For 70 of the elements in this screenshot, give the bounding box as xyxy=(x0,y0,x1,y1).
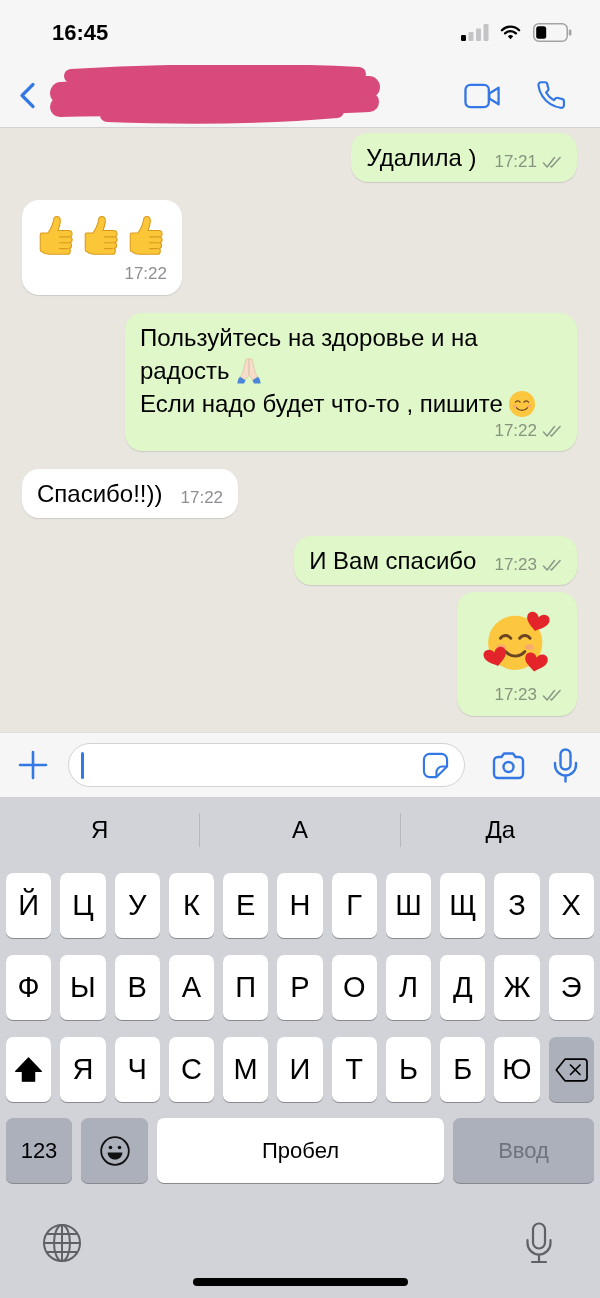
keyboard-key[interactable]: Ь xyxy=(385,1037,432,1102)
keyboard-key[interactable]: Н xyxy=(277,873,323,938)
smiley-icon xyxy=(99,1135,130,1166)
keyboard-key[interactable]: И xyxy=(277,1037,323,1102)
signal-icon xyxy=(461,23,489,41)
keyboard-key[interactable]: Ы xyxy=(60,955,106,1020)
message-text: Удалила ) xyxy=(366,144,477,171)
keyboard-key[interactable]: Б xyxy=(440,1037,486,1102)
keyboard-key[interactable]: М xyxy=(223,1037,269,1102)
sticker-icon[interactable] xyxy=(422,751,449,779)
keyboard-key[interactable]: Ж xyxy=(494,955,540,1020)
keyboard-key[interactable]: Ц xyxy=(60,873,106,938)
keyboard-key[interactable]: У xyxy=(114,873,160,938)
message-text: И Вам спасибо xyxy=(309,547,477,574)
keyboard-key[interactable]: Е xyxy=(223,873,269,938)
video-call-icon[interactable] xyxy=(464,82,501,109)
keyboard-key[interactable]: Ч xyxy=(114,1037,160,1102)
keyboard-key[interactable]: Р xyxy=(277,955,323,1020)
globe-icon[interactable] xyxy=(42,1223,82,1263)
space-key[interactable]: Пробел xyxy=(157,1118,444,1183)
microphone-icon[interactable] xyxy=(553,747,578,783)
folded-hands-icon xyxy=(235,358,262,384)
message-time: 17:23 xyxy=(494,554,537,576)
back-icon[interactable] xyxy=(18,82,36,109)
keyboard-key[interactable]: Ш xyxy=(385,873,432,938)
keyboard-key[interactable]: З xyxy=(494,873,540,938)
camera-icon[interactable] xyxy=(492,750,525,780)
keyboard-key[interactable]: О xyxy=(331,955,377,1020)
keyboard-key[interactable]: К xyxy=(168,873,215,938)
smiling-face-icon xyxy=(508,391,535,417)
keyboard-key[interactable]: Я xyxy=(60,1037,106,1102)
message-time: 17:21 xyxy=(494,151,537,173)
plus-icon[interactable] xyxy=(18,750,48,780)
message-text: Спасибо!!)) xyxy=(37,480,163,507)
keyboard-key[interactable]: Э xyxy=(548,955,594,1020)
shift-arrow-icon xyxy=(15,1057,43,1082)
keyboard-key[interactable]: Х xyxy=(548,873,594,938)
keyboard-key[interactable]: Й xyxy=(6,873,52,938)
keyboard-key[interactable]: С xyxy=(168,1037,215,1102)
message-time: 17:22 xyxy=(180,487,224,509)
keyboard-key[interactable]: Г xyxy=(331,873,377,938)
message-time: 17:23 xyxy=(494,684,537,706)
backspace-icon xyxy=(554,1057,588,1082)
keyboard-key[interactable]: В xyxy=(114,955,160,1020)
keyboard-key[interactable]: Д xyxy=(440,955,486,1020)
keyboard-key[interactable]: П xyxy=(223,955,269,1020)
numbers-key[interactable]: 123 xyxy=(6,1118,72,1183)
keyboard-key[interactable]: Л xyxy=(385,955,432,1020)
keyboard-key[interactable]: Ф xyxy=(6,955,52,1020)
message-text: Пользуйтесь на здоровье и на xyxy=(140,324,478,351)
emoji-key[interactable] xyxy=(81,1118,148,1183)
keyboard-key[interactable]: Т xyxy=(331,1037,377,1102)
backspace-key[interactable] xyxy=(548,1037,594,1102)
keyboard-key[interactable]: Щ xyxy=(440,873,486,938)
wifi-icon xyxy=(500,24,521,40)
keyboard-key[interactable]: А xyxy=(168,955,215,1020)
message-text: радость xyxy=(140,357,230,384)
battery-icon xyxy=(533,22,572,42)
message-time: 17:22 xyxy=(124,263,167,285)
suggestion[interactable]: Я xyxy=(0,797,200,862)
suggestion[interactable]: А xyxy=(200,797,400,862)
shift-key[interactable] xyxy=(6,1037,52,1102)
message-input-field[interactable] xyxy=(68,743,465,787)
suggestion[interactable]: Да xyxy=(400,797,600,862)
message-time: 17:22 xyxy=(494,420,537,442)
message-text: Если надо будет что-то , пишите xyxy=(140,390,503,417)
status-time: 16:45 xyxy=(52,20,109,44)
dictation-microphone-icon[interactable] xyxy=(525,1222,553,1264)
phone-icon[interactable] xyxy=(537,81,566,110)
keyboard-key[interactable]: Ю xyxy=(494,1037,540,1102)
